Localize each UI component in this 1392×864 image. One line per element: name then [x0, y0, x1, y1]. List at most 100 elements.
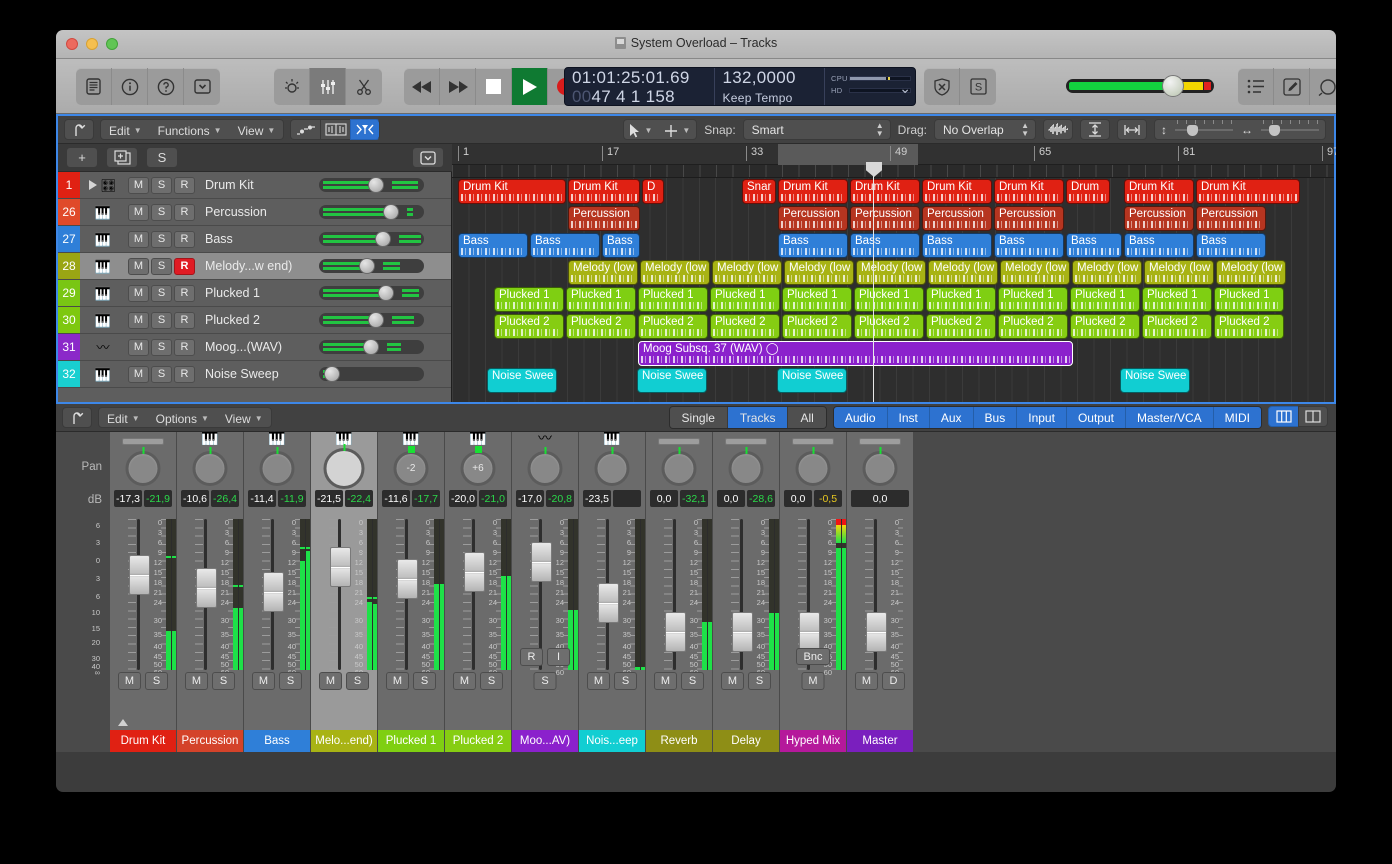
channel-solo-button[interactable]: S [614, 672, 637, 690]
region[interactable]: Moog Subsq. 37 (WAV) ◯ [638, 341, 1073, 366]
track-solo-button[interactable]: S [151, 230, 172, 248]
region[interactable]: Drum Kit [458, 179, 566, 204]
channel-strip[interactable]: 🎹 +6 -20,0-21,0 03691215182124303540455060M… [445, 432, 512, 752]
mixer-filter-audio[interactable]: Audio [833, 407, 888, 428]
master-icon[interactable] [847, 432, 913, 445]
track-record-button[interactable]: R [174, 257, 195, 275]
region[interactable]: Percussion [922, 206, 992, 231]
volume-display[interactable]: 0,0 [851, 490, 909, 507]
mixer-filter-output[interactable]: Output [1066, 407, 1126, 428]
channel-mute-button[interactable]: M [855, 672, 878, 690]
play-button[interactable] [512, 68, 548, 105]
region[interactable]: Bass [778, 233, 848, 258]
region[interactable]: Percussion [778, 206, 848, 231]
bus-icon[interactable] [713, 432, 779, 445]
channel-i-button[interactable]: I [547, 648, 570, 666]
channel-mute-button[interactable]: M [118, 672, 141, 690]
track-mute-button[interactable]: M [128, 365, 149, 383]
channel-mute-button[interactable]: M [587, 672, 610, 690]
volume-fader[interactable] [732, 611, 753, 652]
region[interactable]: Noise Swee [777, 368, 847, 393]
channel-name[interactable]: Moo...AV) [512, 730, 578, 752]
info-icon[interactable] [112, 68, 148, 105]
channel-name[interactable]: Plucked 1 [378, 730, 444, 752]
region[interactable]: Noise Swee [637, 368, 707, 393]
region[interactable]: D [642, 179, 664, 204]
region[interactable]: Drum Kit [568, 179, 640, 204]
track-mute-button[interactable]: M [128, 257, 149, 275]
pan-knob[interactable] [728, 447, 764, 486]
channel-solo-button[interactable]: S [212, 672, 235, 690]
volume-fader[interactable] [531, 542, 552, 583]
keyboard-icon[interactable]: 🎹 [579, 432, 645, 445]
region[interactable]: Plucked 1 [710, 287, 780, 312]
three-column-view-icon[interactable] [1268, 406, 1298, 427]
track-header-config-icon[interactable] [412, 147, 444, 168]
keyboard-icon[interactable]: 🎹 [80, 206, 126, 219]
track-name[interactable]: Percussion [205, 205, 317, 219]
volume-fader[interactable] [263, 571, 284, 612]
track-record-button[interactable]: R [174, 311, 195, 329]
mixer-menu-edit[interactable]: Edit ▼ [99, 408, 148, 429]
horizontal-zoom-slider[interactable] [1261, 119, 1319, 136]
track-row[interactable]: 30 🎹 M S R Plucked 2 [58, 307, 451, 334]
region[interactable]: Percussion [994, 206, 1064, 231]
region[interactable]: Bass [922, 233, 992, 258]
region[interactable]: Plucked 2 [998, 314, 1068, 339]
pointer-tool-icon[interactable]: ▼ [624, 120, 658, 141]
region[interactable]: Bass [458, 233, 528, 258]
region[interactable]: Plucked 1 [566, 287, 636, 312]
volume-display[interactable]: -17,3 -21,9 [114, 490, 172, 507]
vertical-fit-icon[interactable] [1080, 119, 1110, 140]
volume-fader[interactable] [129, 555, 150, 596]
volume-fader[interactable] [598, 583, 619, 624]
solo-tracks-button[interactable]: S [146, 147, 178, 168]
library-icon[interactable] [76, 68, 112, 105]
keyboard-icon[interactable]: 🎹 [244, 432, 310, 445]
mixer-view-tab-single[interactable]: Single [669, 407, 728, 428]
region[interactable]: Bass [1124, 233, 1194, 258]
mixer-filter-inst[interactable]: Inst [887, 407, 930, 428]
menu-functions[interactable]: Functions ▼ [150, 120, 230, 141]
solo-all-icon[interactable]: S [960, 68, 996, 105]
keyboard-icon[interactable]: 🎹 [445, 432, 511, 445]
mixer-view-tab-all[interactable]: All [788, 407, 826, 428]
region[interactable]: Plucked 1 [494, 287, 564, 312]
region-canvas[interactable]: Drum Kit Drum Kit D Snar Drum Kit Drum Kit Dru… [452, 178, 1334, 402]
region[interactable]: Melody (low [568, 260, 638, 285]
channel-strip[interactable]: 🎹 -11,4-11,9 03691215182124303540455060MS B… [244, 432, 311, 752]
flex-icon[interactable] [320, 119, 351, 140]
add-track-button[interactable]: + [66, 147, 98, 168]
channel-strip[interactable]: 🎹 -10,6-26,4 03691215182124303540455060MS P… [177, 432, 244, 752]
track-mute-button[interactable]: M [128, 284, 149, 302]
bus-icon[interactable] [646, 432, 712, 445]
strip-expand-arrow-icon[interactable] [118, 719, 128, 726]
scissors-icon[interactable] [346, 68, 382, 105]
region[interactable]: Plucked 1 [854, 287, 924, 312]
region[interactable]: Noise Swee [487, 368, 557, 393]
keyboard-icon[interactable]: 🎹 [80, 233, 126, 246]
track-row[interactable]: 31 〰 M S R Moog...(WAV) [58, 334, 451, 361]
volume-display[interactable]: -10,6 -26,4 [181, 490, 239, 507]
region[interactable]: Melody (low [1072, 260, 1142, 285]
volume-fader[interactable] [330, 546, 351, 587]
channel-strip[interactable]: 0,0-28,6 03691215182124303540455060MS Dela… [713, 432, 780, 752]
channel-solo-button[interactable]: S [145, 672, 168, 690]
mixer-view-tab-tracks[interactable]: Tracks [727, 407, 789, 428]
pan-knob[interactable] [259, 447, 295, 486]
channel-strip[interactable]: 0,0 03691215182124303540455060MD Master [847, 432, 914, 752]
track-solo-button[interactable]: S [151, 203, 172, 221]
toolbar-menu-icon[interactable] [184, 68, 220, 105]
track-name[interactable]: Plucked 2 [205, 313, 317, 327]
region[interactable]: Drum Kit [850, 179, 920, 204]
volume-display[interactable]: 0,0 -32,1 [650, 490, 708, 507]
region[interactable]: Plucked 2 [926, 314, 996, 339]
automation-icon[interactable] [290, 119, 321, 140]
mixer-filter-midi[interactable]: MIDI [1213, 407, 1261, 428]
region[interactable]: Noise Swee [1120, 368, 1190, 393]
channel-strip[interactable]: 0,0-32,1 03691215182124303540455060MS Reve… [646, 432, 713, 752]
region[interactable]: Bass [994, 233, 1064, 258]
region[interactable]: Melody (low [784, 260, 854, 285]
channel-r-button[interactable]: R [520, 648, 543, 666]
mute-all-icon[interactable] [924, 68, 960, 105]
